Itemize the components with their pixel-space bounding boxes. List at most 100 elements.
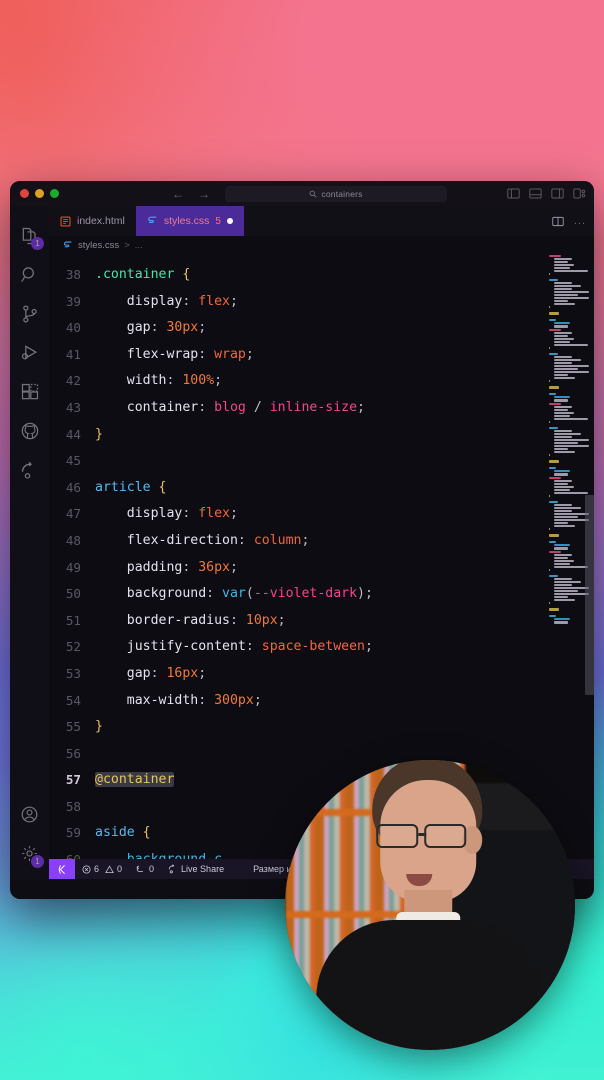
code-token: :	[150, 665, 167, 681]
code-line[interactable]: 40 gap: 30px;	[49, 315, 594, 342]
line-content[interactable]: border-radius: 10px;	[95, 608, 594, 635]
sidebar-item-github[interactable]	[10, 411, 49, 450]
code-token: background-c	[95, 852, 222, 859]
toggle-primary-sidebar-icon[interactable]	[507, 188, 520, 199]
toggle-secondary-sidebar-icon[interactable]	[551, 188, 564, 199]
line-content[interactable]: background: var(--violet-dark);	[95, 581, 594, 608]
tab-index-html[interactable]: index.html	[49, 206, 136, 236]
editor-more-actions-icon[interactable]: ...	[574, 215, 586, 227]
ports-status[interactable]: 0	[129, 864, 161, 874]
minimap-line	[554, 399, 568, 402]
code-token: gap	[95, 320, 151, 336]
minimap-line	[554, 439, 589, 441]
line-content[interactable]: display: flex;	[95, 289, 594, 316]
sidebar-item-extensions[interactable]	[10, 372, 49, 411]
minimap-line	[554, 519, 589, 521]
minimap-line	[554, 442, 578, 444]
minimap-line	[554, 516, 578, 518]
code-line[interactable]: 47 display: flex;	[49, 501, 594, 528]
code-token: :	[245, 639, 262, 655]
line-number: 39	[65, 293, 81, 309]
remote-window-button[interactable]	[49, 859, 75, 879]
line-content[interactable]: .container {	[95, 262, 594, 289]
sidebar-item-search[interactable]	[10, 255, 49, 294]
line-number: 55	[65, 719, 81, 735]
problems-status[interactable]: 6 0	[75, 864, 129, 874]
code-line[interactable]: 45	[49, 448, 594, 475]
line-content[interactable]: padding: 36px;	[95, 555, 594, 582]
code-line[interactable]: 50 background: var(--violet-dark);	[49, 581, 594, 608]
code-line[interactable]: 49 padding: 36px;	[49, 555, 594, 582]
sidebar-item-run-and-debug[interactable]	[10, 333, 49, 372]
minimap-line	[554, 544, 570, 546]
code-token: :	[182, 293, 199, 309]
minimap-line	[554, 436, 572, 438]
sidebar-item-live-share[interactable]	[10, 450, 49, 489]
live-share-status[interactable]: Live Share	[161, 864, 231, 874]
line-content[interactable]: gap: 30px;	[95, 315, 594, 342]
minimap-line	[554, 418, 588, 420]
code-token: border-radius	[95, 612, 230, 628]
line-content[interactable]: justify-content: space-between;	[95, 634, 594, 661]
tab-styles-css[interactable]: styles.css 5	[135, 206, 244, 236]
minimap-line	[554, 300, 568, 302]
go-back-icon[interactable]: ←	[172, 187, 184, 201]
line-content[interactable]: flex-wrap: wrap;	[95, 342, 594, 369]
line-content[interactable]: article {	[95, 475, 594, 502]
code-line[interactable]: 55}	[49, 714, 594, 741]
code-line[interactable]: 42 width: 100%;	[49, 368, 594, 395]
remote-window-icon	[58, 864, 65, 874]
line-content[interactable]: }	[95, 422, 594, 449]
editor-scrollbar[interactable]	[585, 495, 594, 695]
sidebar-item-accounts[interactable]	[10, 795, 49, 834]
go-forward-icon[interactable]: →	[198, 187, 210, 201]
line-number: 45	[65, 453, 81, 469]
breadcrumb-file[interactable]: styles.css	[78, 240, 119, 251]
code-line[interactable]: 54 max-width: 300px;	[49, 688, 594, 715]
code-token: :	[229, 612, 246, 628]
minimap-line	[548, 255, 561, 257]
sidebar-item-source-control[interactable]	[10, 294, 49, 333]
customize-layout-icon[interactable]	[573, 188, 586, 199]
toggle-panel-icon[interactable]	[529, 188, 542, 199]
minimize-window-button[interactable]	[35, 189, 44, 198]
code-token: justify-content	[95, 639, 246, 655]
line-content[interactable]: container: blog / inline-size;	[95, 395, 594, 422]
code-line[interactable]: 38 .container {	[49, 262, 594, 289]
person	[316, 760, 543, 1050]
minimap-line	[548, 427, 558, 429]
minimap-line	[554, 396, 570, 398]
line-content[interactable]: gap: 16px;	[95, 661, 594, 688]
sidebar-item-manage-settings[interactable]: 1	[10, 834, 49, 873]
line-content[interactable]: display: flex;	[95, 501, 594, 528]
code-line[interactable]: 51 border-radius: 10px;	[49, 608, 594, 635]
tab-unsaved-dot[interactable]	[226, 218, 233, 224]
code-line[interactable]: 53 gap: 16px;	[49, 661, 594, 688]
code-token: flex-wrap	[95, 346, 199, 362]
code-line[interactable]: 39 display: flex;	[49, 289, 594, 316]
command-center-search[interactable]: containers	[225, 186, 447, 202]
code-line[interactable]: 44}	[49, 422, 594, 449]
maximize-window-button[interactable]	[50, 189, 59, 198]
code-token: ;	[365, 586, 373, 602]
line-content[interactable]: flex-direction: column;	[95, 528, 594, 555]
line-content[interactable]: width: 100%;	[95, 368, 594, 395]
code-token: max-width	[95, 692, 199, 708]
line-content[interactable]: }	[95, 714, 594, 741]
sidebar-item-explorer[interactable]: 1	[10, 216, 49, 255]
code-line[interactable]: 48 flex-direction: column;	[49, 528, 594, 555]
minimap-line	[554, 344, 588, 346]
line-content[interactable]: max-width: 300px;	[95, 688, 594, 715]
close-window-button[interactable]	[20, 189, 29, 198]
code-line[interactable]: 52 justify-content: space-between;	[49, 634, 594, 661]
minimap-line	[554, 470, 570, 472]
code-line[interactable]: 41 flex-wrap: wrap;	[49, 342, 594, 369]
breadcrumb-more[interactable]: ...	[135, 240, 143, 251]
code-line[interactable]: 43 container: blog / inline-size;	[49, 395, 594, 422]
minimap-line	[554, 554, 572, 556]
code-token: flex-direction	[95, 532, 238, 548]
code-line[interactable]: 46 article {	[49, 475, 594, 502]
split-editor-icon[interactable]	[552, 216, 564, 227]
code-token: ;	[253, 692, 262, 708]
